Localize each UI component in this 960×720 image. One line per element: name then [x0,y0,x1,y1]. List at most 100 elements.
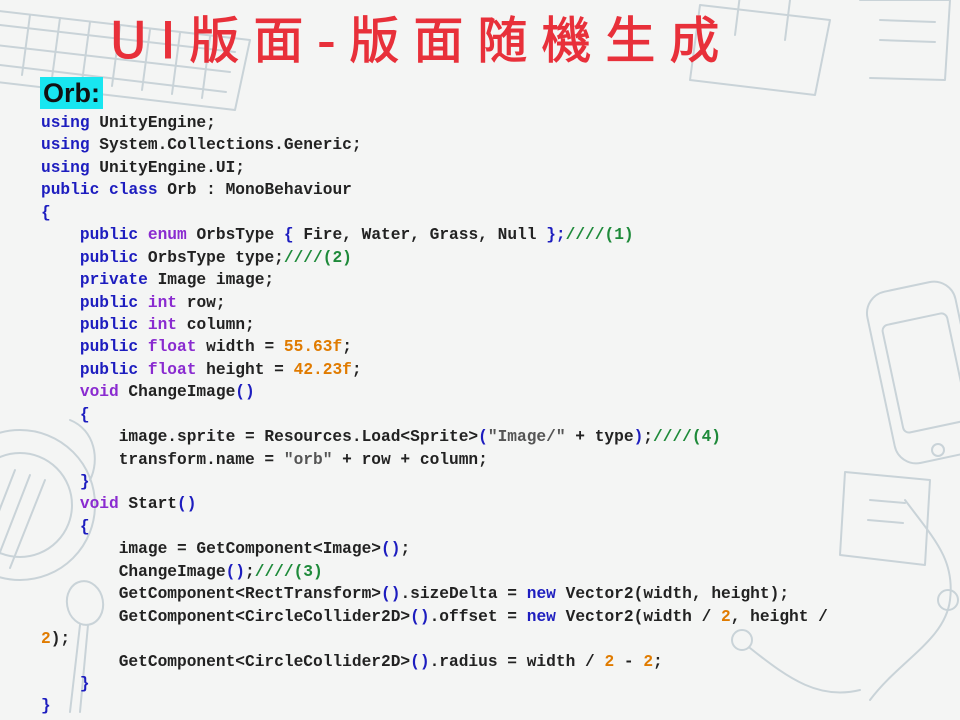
code-token: ; [643,428,654,447]
code-line: { [41,202,951,224]
code-token: 2 [41,630,51,649]
code-token: () [381,540,401,559]
code-token: ChangeImage [41,562,226,581]
code-token: } [79,674,90,693]
code-token: public [79,248,139,267]
code-token: Orb : MonoBehaviour [157,181,352,200]
code-token: ( [478,428,488,447]
code-token: }; [546,226,566,245]
code-token: enum [147,226,187,245]
code-token: + type [565,428,634,447]
code-token: public [79,360,139,379]
code-token: ; [400,540,411,559]
code-line: } [41,471,951,493]
code-token: ); [50,630,71,649]
code-token: 55.63f [283,338,343,357]
code-token: Vector2(width / [555,607,722,626]
code-token: { [79,405,90,424]
code-line: transform.name = "orb" + row + column; [41,449,951,471]
code-line: GetComponent<CircleCollider2D>().radius … [41,651,951,673]
code-token: 2 [604,652,615,671]
code-line: GetComponent<CircleCollider2D>().offset … [41,606,951,628]
code-token: float [147,360,197,379]
code-token: transform.name = [41,450,284,469]
code-token: int [147,293,178,312]
code-token: () [225,562,246,581]
code-token: System.Collections.Generic; [89,136,362,155]
code-line: void ChangeImage() [41,381,951,403]
code-token: column; [177,315,255,334]
code-token: using [41,158,90,177]
code-token: ChangeImage [118,383,236,402]
code-token: GetComponent<RectTransform> [41,585,381,604]
code-line: using UnityEngine; [41,112,951,134]
code-line: public float width = 55.63f; [41,336,951,358]
code-token: image = GetComponent<Image> [41,540,381,559]
code-token: + row + column; [332,450,488,469]
code-token: UnityEngine.UI; [89,158,246,177]
code-token: height = [196,360,294,379]
code-token: ////(3) [254,562,323,581]
code-line: ChangeImage();////(3) [41,561,951,583]
code-line: private Image image; [41,269,951,291]
code-token: using [41,114,90,132]
code-token: ; [245,562,255,581]
section-label: Orb: [40,77,103,109]
code-line: public class Orb : MonoBehaviour [41,179,951,201]
slide-title: UI版面-版面随機生成 [110,12,734,71]
code-token: image.sprite = Resources.Load<Sprite> [41,428,479,447]
code-token: () [410,607,430,626]
code-token: row; [177,293,226,312]
code-token: GetComponent<CircleCollider2D> [41,652,411,671]
code-token: ////(1) [565,226,634,245]
code-line: public int column; [41,314,951,336]
code-token: - [614,652,644,671]
code-token: public [79,338,139,357]
code-token: () [177,495,197,514]
code-token: new [526,585,556,604]
code-token: .sizeDelta = [400,585,527,604]
code-token: ; [653,652,663,671]
code-line: GetComponent<RectTransform>().sizeDelta … [41,583,951,605]
code-line: } [41,673,951,695]
code-token: void [79,495,119,514]
code-token: { [79,517,90,536]
code-token: public [79,315,139,334]
code-line: public OrbsType type;////(2) [41,247,951,269]
code-line: public enum OrbsType { Fire, Water, Gras… [41,224,951,246]
code-line: using UnityEngine.UI; [41,157,951,179]
code-token: ; [351,360,362,379]
code-token: ////(4) [653,428,722,447]
code-token: float [147,338,197,357]
code-line: void Start() [41,493,951,515]
code-token: UnityEngine; [89,114,216,132]
code-token: , height / [730,607,828,626]
code-token: "Image/" [487,428,566,447]
code-token: .offset = [429,607,527,626]
code-line: using System.Collections.Generic; [41,134,951,156]
code-token: () [381,585,401,604]
code-token: 2 [643,652,654,671]
code-token: 2 [721,607,731,626]
code-token: ) [633,428,644,447]
code-token: } [41,697,51,716]
code-token: () [410,652,430,671]
code-token: public [79,293,139,312]
code-line: image.sprite = Resources.Load<Sprite>("I… [41,426,951,448]
code-token: } [79,473,90,491]
code-token: private [79,271,148,290]
code-line: public int row; [41,292,951,314]
code-token: Fire, Water, Grass, Null [293,226,547,245]
code-token: using [41,136,90,155]
